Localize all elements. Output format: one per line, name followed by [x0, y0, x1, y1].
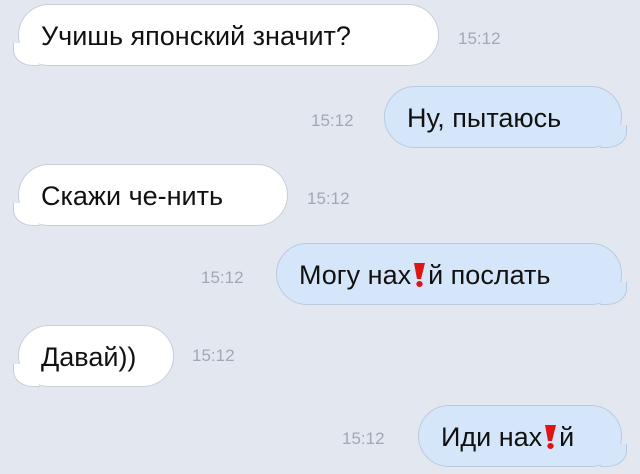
message-bubble-outgoing[interactable]: Иди нах й — [418, 405, 627, 467]
message-row: 15:12 Ну, пытаюсь — [0, 86, 640, 148]
message-row: Давай)) 15:12 — [13, 325, 618, 387]
red-exclamation-censor-icon — [543, 424, 558, 450]
message-text-after-censor: й послать — [428, 260, 551, 290]
bubble-tail — [13, 203, 40, 226]
bubble-tail — [600, 444, 627, 467]
message-timestamp: 15:12 — [458, 29, 501, 48]
message-bubble-incoming[interactable]: Давай)) — [13, 325, 174, 387]
message-text-before-censor: Иди нах — [441, 422, 543, 452]
bubble-tail — [13, 43, 40, 66]
bubble-tail — [600, 282, 627, 305]
message-row: Скажи че-нить 15:12 — [13, 164, 618, 226]
message-bubble-incoming[interactable]: Учишь японский значит? — [13, 4, 439, 66]
message-row: 15:12 Могу нах й послать — [0, 243, 640, 305]
message-bubble-incoming[interactable]: Скажи че-нить — [13, 164, 288, 226]
message-text: Давай)) — [41, 342, 137, 372]
message-timestamp: 15:12 — [201, 268, 244, 287]
message-bubble-outgoing[interactable]: Могу нах й послать — [276, 243, 627, 305]
message-timestamp: 15:12 — [342, 429, 385, 448]
message-text-after-censor: й — [559, 422, 575, 452]
bubble-tail — [600, 125, 627, 148]
red-exclamation-censor-icon — [412, 262, 427, 288]
message-text-before-censor: Могу нах — [299, 260, 412, 290]
message-text: Ну, пытаюсь — [407, 103, 562, 133]
bubble-tail — [13, 364, 40, 387]
message-row: 15:12 Иди нах й — [0, 405, 640, 467]
message-timestamp: 15:12 — [311, 111, 354, 130]
message-bubble-outgoing[interactable]: Ну, пытаюсь — [384, 86, 627, 148]
message-timestamp: 15:12 — [192, 346, 235, 365]
message-row: Учишь японский значит? 15:12 — [13, 4, 618, 66]
message-timestamp: 15:12 — [307, 189, 350, 208]
message-text: Учишь японский значит? — [41, 21, 351, 51]
message-text: Скажи че-нить — [41, 181, 224, 211]
